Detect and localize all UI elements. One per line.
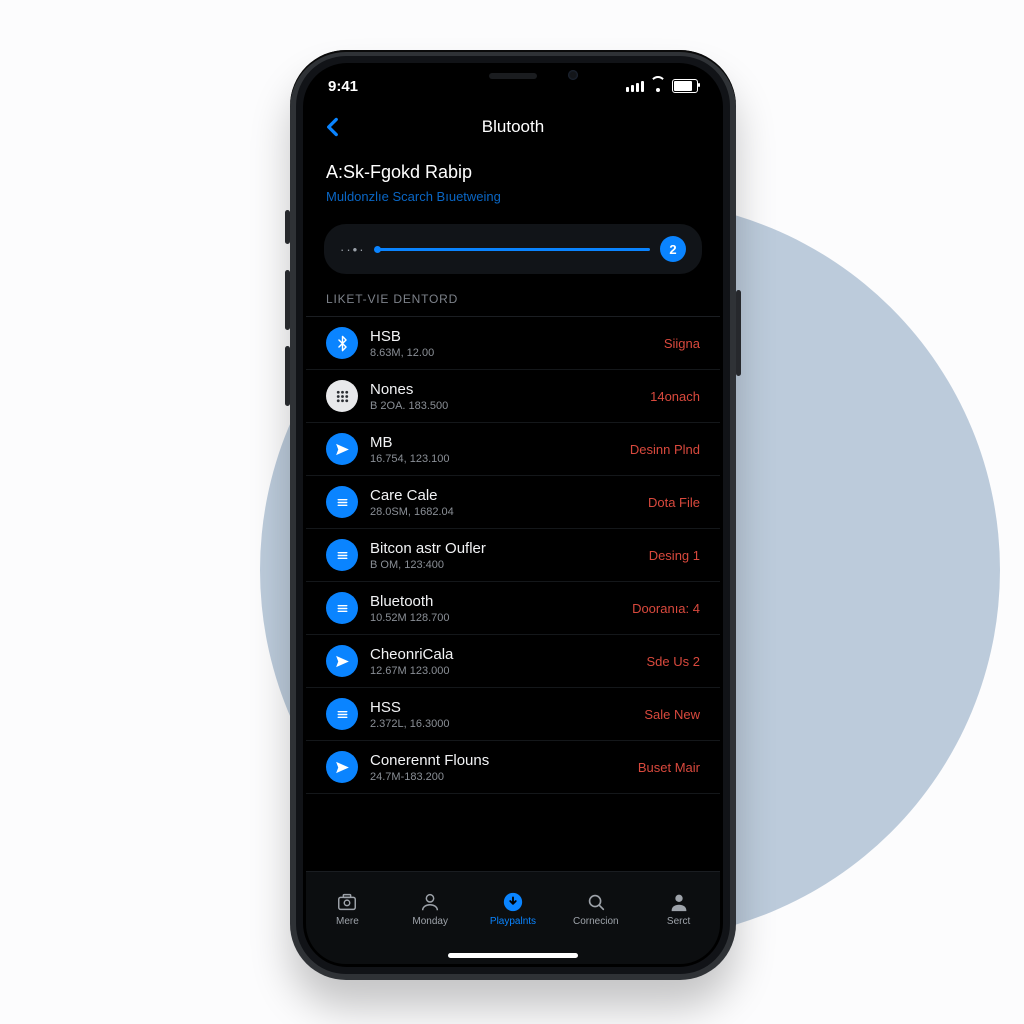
nav-bar: Blutooth: [306, 106, 720, 148]
device-row[interactable]: Bluetooth 10.52M 128.700 Dooranıa: 4: [306, 582, 720, 635]
device-name: CheonriCala: [370, 646, 647, 663]
battery-icon: [672, 79, 698, 93]
tab-playpoints[interactable]: Playpalnts: [483, 891, 543, 927]
device-name: Bitcon astr Oufler: [370, 540, 649, 557]
mute-switch: [285, 210, 290, 244]
power-button: [736, 290, 741, 376]
slider-track[interactable]: [376, 248, 650, 251]
device-tag[interactable]: Dota File: [648, 495, 700, 510]
send-icon: [326, 645, 358, 677]
tab-label: Cornecion: [573, 916, 619, 927]
device-meta: 2.372L, 16.3000: [370, 718, 644, 730]
tab-monday[interactable]: Monday: [400, 891, 460, 927]
device-meta: 24.7M-183.200: [370, 771, 638, 783]
tab-select[interactable]: Serct: [649, 891, 709, 927]
send-icon: [326, 433, 358, 465]
tab-bar: Mere Monday Playpalnts: [306, 871, 720, 964]
tab-label: Monday: [412, 916, 448, 927]
header-block: A:Sk-Fgokd Rabip Muldonzlıe Scarch Bıuet…: [306, 148, 720, 210]
person-icon: [419, 891, 441, 913]
back-button[interactable]: [320, 114, 346, 140]
device-tag[interactable]: Dooranıa: 4: [632, 601, 700, 616]
cellular-signal-icon: [626, 81, 644, 92]
range-slider[interactable]: ··•· 2: [324, 224, 702, 274]
speaker: [489, 73, 537, 79]
page-subtitle[interactable]: Muldonzlıe Scarch Bıuetweing: [326, 189, 700, 204]
device-name: Nones: [370, 381, 650, 398]
device-meta: 10.52M 128.700: [370, 612, 632, 624]
device-row[interactable]: HSS 2.372L, 16.3000 Sale New: [306, 688, 720, 741]
notch: [418, 63, 608, 93]
device-meta: B 2OA. 183.500: [370, 400, 650, 412]
device-name: Bluetooth: [370, 593, 632, 610]
device-meta: 16.754, 123.100: [370, 453, 630, 465]
device-row[interactable]: Conerennt Flouns 24.7M-183.200 Buset Mai…: [306, 741, 720, 794]
device-row[interactable]: HSB 8.63M, 12.00 Siigna: [306, 317, 720, 370]
screen: 9:41 Blutooth A:Sk-Fgokd Rabip Muldonzlı…: [306, 66, 720, 964]
grid-icon: [326, 380, 358, 412]
device-name: Conerennt Flouns: [370, 752, 638, 769]
device-name: MB: [370, 434, 630, 451]
device-tag[interactable]: Siigna: [664, 336, 700, 351]
list-icon: [326, 486, 358, 518]
tab-label: Mere: [336, 916, 359, 927]
phone-frame: 9:41 Blutooth A:Sk-Fgokd Rabip Muldonzlı…: [290, 50, 736, 980]
device-name: Care Cale: [370, 487, 648, 504]
device-row[interactable]: Bitcon astr Oufler B OM, 123:400 Desing …: [306, 529, 720, 582]
device-tag[interactable]: Desinn Plnd: [630, 442, 700, 457]
status-time: 9:41: [328, 78, 358, 95]
home-indicator[interactable]: [448, 953, 578, 958]
send-icon: [326, 751, 358, 783]
volume-down-button: [285, 346, 290, 406]
volume-up-button: [285, 270, 290, 330]
section-header: LIKET-VIE DENTORD: [306, 292, 720, 317]
device-row[interactable]: Nones B 2OA. 183.500 14onach: [306, 370, 720, 423]
search-icon: [585, 891, 607, 913]
tab-label: Playpalnts: [490, 916, 536, 927]
device-tag[interactable]: Sde Us 2: [647, 654, 700, 669]
tab-mere[interactable]: Mere: [317, 891, 377, 927]
device-name: HSB: [370, 328, 664, 345]
front-camera: [568, 70, 578, 80]
device-meta: 28.0SM, 1682.04: [370, 506, 648, 518]
device-meta: 12.67M 123.000: [370, 665, 647, 677]
device-row[interactable]: Care Cale 28.0SM, 1682.04 Dota File: [306, 476, 720, 529]
device-tag[interactable]: 14onach: [650, 389, 700, 404]
list-icon: [326, 539, 358, 571]
camera-icon: [336, 891, 358, 913]
device-meta: 8.63M, 12.00: [370, 347, 664, 359]
list-icon: [326, 698, 358, 730]
nav-title: Blutooth: [482, 117, 544, 137]
list-icon: [326, 592, 358, 624]
slider-value-knob[interactable]: 2: [660, 236, 686, 262]
tab-label: Serct: [667, 916, 690, 927]
device-row[interactable]: CheonriCala 12.67M 123.000 Sde Us 2: [306, 635, 720, 688]
person-fill-icon: [668, 891, 690, 913]
device-row[interactable]: MB 16.754, 123.100 Desinn Plnd: [306, 423, 720, 476]
device-tag[interactable]: Sale New: [644, 707, 700, 722]
bluetooth-icon: [326, 327, 358, 359]
slider-dots: ··•·: [340, 242, 366, 257]
device-meta: B OM, 123:400: [370, 559, 649, 571]
wifi-icon: [650, 80, 666, 92]
download-badge-icon: [502, 891, 524, 913]
device-tag[interactable]: Desing 1: [649, 548, 700, 563]
tab-connection[interactable]: Cornecion: [566, 891, 626, 927]
page-title: A:Sk-Fgokd Rabip: [326, 162, 700, 183]
device-tag[interactable]: Buset Mair: [638, 760, 700, 775]
device-list: HSB 8.63M, 12.00 Siigna Nones B 2OA. 183…: [306, 317, 720, 794]
device-name: HSS: [370, 699, 644, 716]
